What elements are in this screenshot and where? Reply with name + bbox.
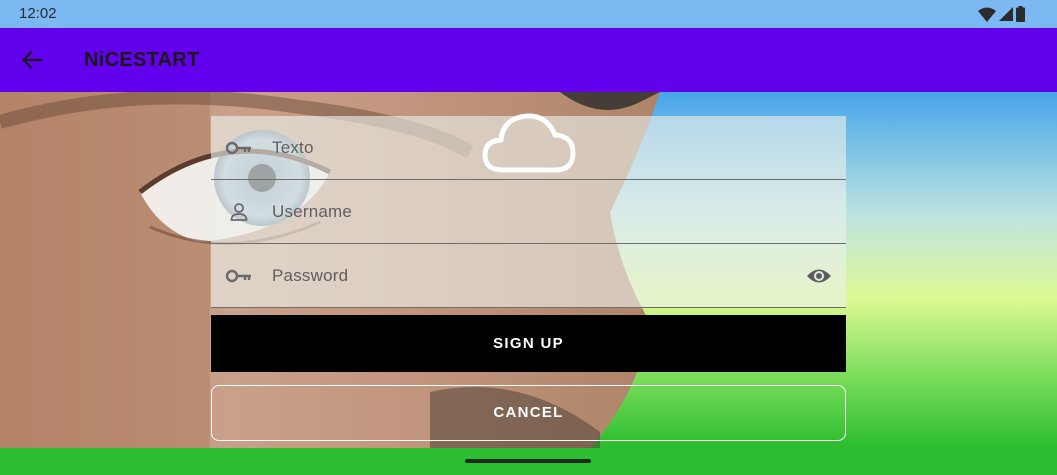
username-field[interactable]: Username: [211, 180, 846, 244]
key-icon: [226, 137, 252, 159]
person-icon: [226, 201, 252, 223]
back-button[interactable]: [16, 44, 48, 76]
key-icon: [226, 265, 252, 287]
password-placeholder: Password: [272, 266, 349, 285]
eye-icon: [807, 269, 831, 283]
status-time: 12:02: [19, 5, 57, 22]
toggle-password-visibility-button[interactable]: [804, 263, 834, 289]
home-gesture-handle[interactable]: [465, 459, 591, 463]
sign-up-button[interactable]: SIGN UP: [211, 315, 846, 372]
status-bar: 12:02: [0, 0, 1057, 28]
battery-icon: [1016, 6, 1025, 22]
wifi-icon: [978, 7, 996, 22]
password-field[interactable]: Password: [211, 244, 846, 308]
status-icons: [978, 6, 1025, 22]
app-bar: NiCESTART: [0, 28, 1057, 92]
cloud-icon: [482, 113, 576, 173]
cancel-button[interactable]: CANCEL: [211, 385, 846, 441]
arrow-left-icon: [22, 50, 42, 70]
texto-placeholder: Texto: [272, 138, 314, 157]
username-placeholder: Username: [272, 202, 353, 221]
cell-signal-icon: [999, 7, 1013, 21]
app-title: NiCESTART: [84, 49, 200, 71]
